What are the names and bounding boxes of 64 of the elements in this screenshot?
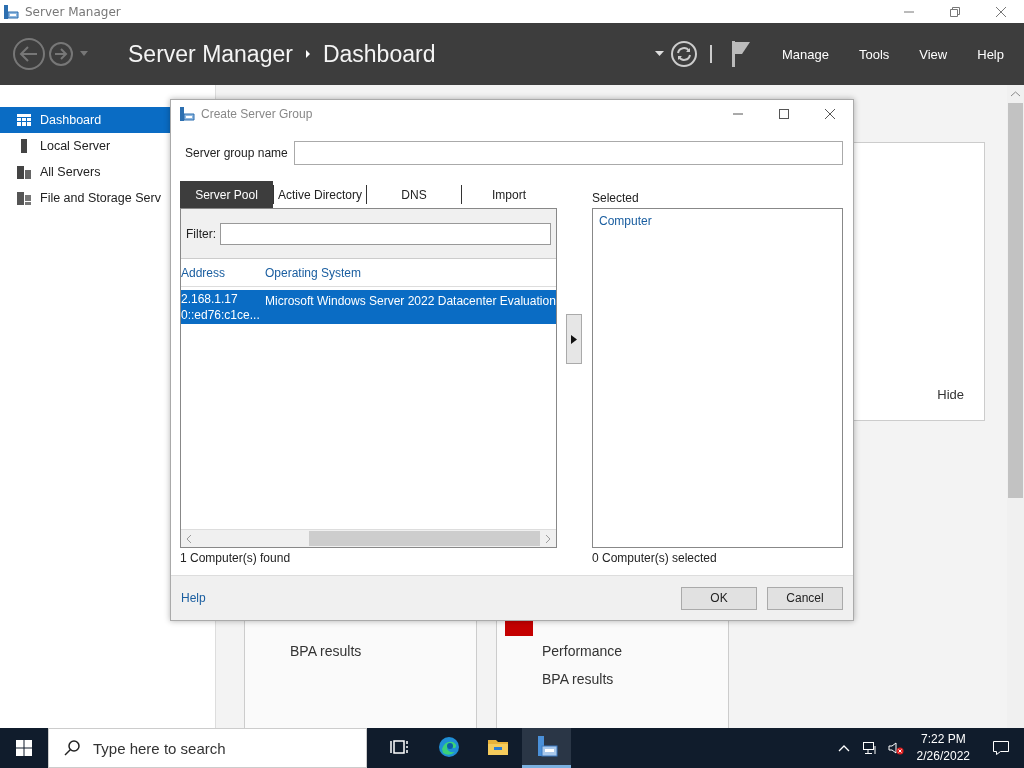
address-text: 0::ed76:c1ce... [181,307,261,323]
flag-icon[interactable] [731,41,750,67]
tab[interactable]: Active Directory [274,181,366,208]
notification-icon[interactable] [992,739,1010,757]
taskbar-app[interactable] [522,728,571,768]
clock-time[interactable]: 7:22 PM [920,731,966,748]
horizontal-scrollbar[interactable] [181,529,556,547]
dialog-button[interactable]: Cancel [767,586,843,610]
filter-label: Filter: [186,226,216,241]
caret-icon[interactable] [654,51,664,57]
selected-count: 0 Computer(s) selected [592,550,718,565]
forward-icon[interactable] [48,41,74,67]
maximize-icon[interactable] [778,108,790,120]
close-icon[interactable] [995,5,1007,18]
tab[interactable]: Server Pool [180,181,273,208]
breadcrumb-page: Dashboard [322,40,436,68]
dashboard-icon [16,112,32,128]
scroll-up-icon[interactable] [1011,91,1020,97]
browser-icon [436,734,461,759]
chevron-icon [304,49,311,59]
taskbar-search-field[interactable]: Type here to search [48,728,367,768]
restore-icon[interactable] [949,5,961,18]
tile-item[interactable]: BPA results [542,671,728,689]
menu-item[interactable]: Manage [771,42,839,66]
tab[interactable]: Import [462,181,556,208]
breadcrumb-root: Server Manager [128,40,293,68]
menu-item[interactable]: View [909,42,958,66]
muted-speaker-icon[interactable] [887,740,904,756]
selected-label: Selected [592,189,640,207]
clock-date[interactable]: 2/26/2022 [916,748,970,765]
window-title: Server Manager [25,4,122,19]
storage-icon [16,190,32,206]
address-text: 2.168.1.17 [181,291,239,307]
server-row[interactable]: 2.168.1.17 0::ed76:c1ce... Microsoft Windows Server 2022 Datacenter Evaluation [181,290,556,324]
found-count: 1 Computer(s) found [180,550,292,565]
server-group-name-field[interactable] [293,141,843,165]
search-icon [63,739,81,757]
refresh-icon[interactable] [669,40,698,68]
os-text: Microsoft Windows Server 2022 Datacenter Evaluation [265,293,556,309]
tab[interactable]: DNS [367,181,461,208]
menu-item[interactable]: Tools [848,42,900,66]
menu-item[interactable]: Help [967,42,1014,66]
windows-start-icon[interactable] [16,740,32,756]
network-icon[interactable] [861,740,878,756]
field-label: Server group name [185,146,288,160]
play-arrow-icon [571,334,577,344]
scroll-left-icon[interactable] [186,534,192,543]
tile-item[interactable]: BPA results [290,643,476,661]
separator-icon [709,45,712,63]
tile-item[interactable]: Performance [542,643,728,661]
help-link[interactable]: Help [181,591,206,605]
servers-icon [16,164,32,180]
column-header[interactable]: Address [181,265,265,280]
hide-link[interactable]: Hide [937,387,964,402]
column-header[interactable]: Computer [599,214,652,228]
column-header[interactable]: Operating System [265,265,362,280]
server-manager-icon [179,106,195,122]
scroll-right-icon[interactable] [545,534,551,543]
back-icon[interactable] [12,37,46,71]
server-manager-icon [3,3,19,20]
close-icon[interactable] [824,108,836,120]
dialog-button[interactable]: OK [681,586,757,610]
filter-field[interactable] [220,222,551,245]
add-button[interactable] [566,314,582,364]
